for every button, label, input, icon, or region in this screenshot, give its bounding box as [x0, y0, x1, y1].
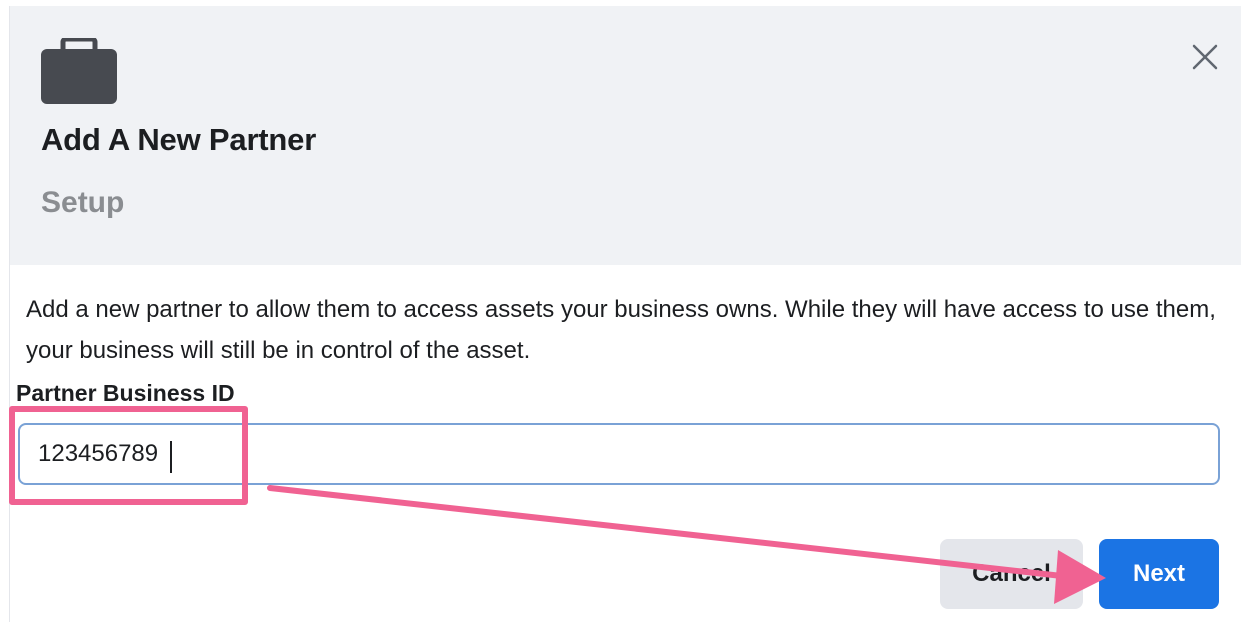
annotation-highlight-box — [9, 406, 248, 505]
briefcase-icon — [41, 38, 117, 104]
cancel-button[interactable]: Cancel — [940, 539, 1083, 609]
dialog-description: Add a new partner to allow them to acces… — [26, 296, 1216, 364]
dialog-subtitle: Setup — [41, 186, 125, 219]
close-icon — [1192, 44, 1218, 70]
partner-business-id-label: Partner Business ID — [16, 380, 235, 406]
close-button[interactable] — [1188, 40, 1222, 74]
add-partner-dialog: Add A New Partner Setup Add a new partne… — [9, 6, 1241, 622]
dialog-header: Add A New Partner Setup — [10, 6, 1241, 265]
dialog-title: Add A New Partner — [41, 122, 317, 157]
next-button[interactable]: Next — [1099, 539, 1219, 609]
